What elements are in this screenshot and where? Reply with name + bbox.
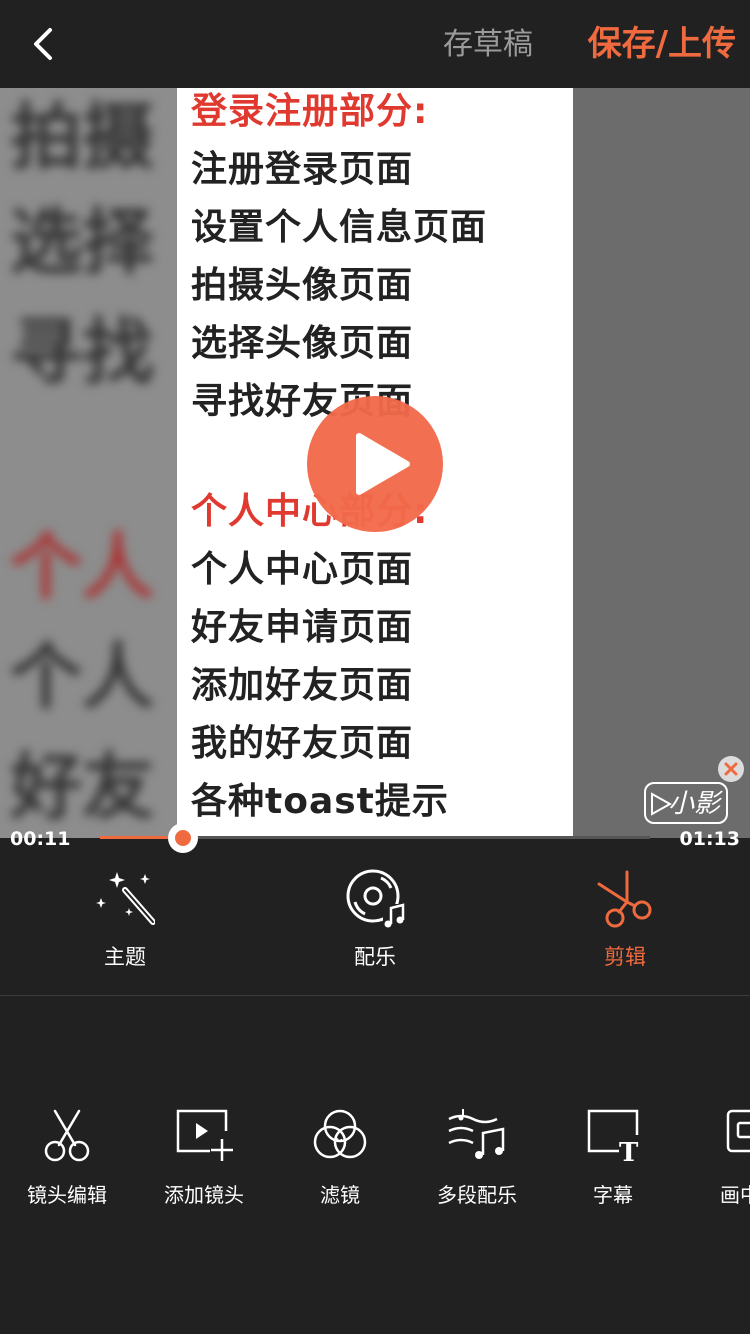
picture-in-picture-icon <box>726 1105 750 1165</box>
scissors-icon <box>37 1105 97 1165</box>
total-time: 01:13 <box>679 828 740 850</box>
slide-text-line: 注册登录页面 <box>191 149 414 190</box>
tool-add-clip-label: 添加镜头 <box>164 1183 244 1207</box>
tool-picture-in-picture[interactable]: 画中 <box>690 1105 750 1215</box>
watermark-logo: 小影 <box>644 782 728 824</box>
tab-theme[interactable]: 主题 <box>35 858 215 995</box>
tool-filter-label: 滤镜 <box>320 1183 360 1207</box>
slide-text-line: 好友申请页面 <box>191 607 414 648</box>
tool-picture-in-picture-label: 画中 <box>720 1183 750 1207</box>
save-upload-button[interactable]: 保存/上传 <box>588 22 736 66</box>
svg-text:T: T <box>619 1138 639 1165</box>
back-chevron-icon[interactable] <box>22 22 66 66</box>
top-bar: 存草稿 保存/上传 <box>0 0 750 88</box>
current-time: 00:11 <box>10 828 71 850</box>
blurred-text: 个人 <box>10 635 155 719</box>
slide-text-line: 个人中心页面 <box>191 549 414 590</box>
tab-music-label: 配乐 <box>354 945 396 969</box>
blurred-text: 选择 <box>10 200 155 284</box>
tool-multi-music[interactable]: 多段配乐 <box>417 1105 537 1215</box>
tool-filter[interactable]: 滤镜 <box>280 1105 400 1215</box>
tab-music[interactable]: 配乐 <box>285 858 465 995</box>
slide-text-line: 我的好友页面 <box>191 723 414 764</box>
watermark-text: 小影 <box>667 789 720 819</box>
slide-text-line: 设置个人信息页面 <box>191 207 488 248</box>
tool-clip-edit-label: 镜头编辑 <box>27 1183 107 1207</box>
slide-text-line: 添加好友页面 <box>191 665 414 706</box>
tab-edit-label: 剪辑 <box>604 945 646 969</box>
blurred-text: 寻找 <box>10 310 155 394</box>
add-clip-icon <box>174 1105 234 1165</box>
watermark-close-icon[interactable] <box>718 756 744 782</box>
scissors-icon <box>595 868 655 928</box>
play-button[interactable] <box>307 396 443 532</box>
save-draft-button[interactable]: 存草稿 <box>443 25 533 65</box>
play-icon <box>356 433 410 495</box>
divider <box>0 995 750 996</box>
tab-theme-label: 主题 <box>104 945 146 969</box>
slide-text-line: 登录注册部分: <box>191 91 429 132</box>
filter-circles-icon <box>310 1105 370 1165</box>
blurred-text: 好友 <box>10 745 155 829</box>
tool-multi-music-label: 多段配乐 <box>437 1183 517 1207</box>
multi-music-icon <box>447 1105 507 1165</box>
blurred-text: 个人 <box>10 525 155 609</box>
magic-wand-icon <box>95 868 156 928</box>
music-disc-icon <box>345 868 405 928</box>
tool-subtitle-label: 字幕 <box>593 1183 633 1207</box>
progress-thumb[interactable] <box>167 823 198 853</box>
subtitle-icon: T <box>583 1105 643 1168</box>
blurred-background-left: 拍摄 选择 寻找 个人 个人 好友 <box>0 88 178 838</box>
blurred-background-right <box>573 88 750 838</box>
tool-add-clip[interactable]: 添加镜头 <box>144 1105 264 1215</box>
blurred-text: 拍摄 <box>10 95 155 179</box>
slide-text-line: 拍摄头像页面 <box>191 265 414 306</box>
tab-edit[interactable]: 剪辑 <box>535 858 715 995</box>
tool-clip-edit[interactable]: 镜头编辑 <box>7 1105 127 1215</box>
tool-subtitle[interactable]: T 字幕 <box>553 1105 673 1215</box>
main-tabs: 主题 配乐 剪辑 <box>0 858 750 995</box>
watermark-play-icon <box>651 792 672 816</box>
slide-text-line: 选择头像页面 <box>191 323 414 364</box>
slide-text-line: 各种toast提示 <box>191 781 449 822</box>
video-preview[interactable]: 拍摄 选择 寻找 个人 个人 好友 登录注册部分: 注册登录页面 设置个人信息页面 拍摄头像页面… <box>0 88 750 838</box>
